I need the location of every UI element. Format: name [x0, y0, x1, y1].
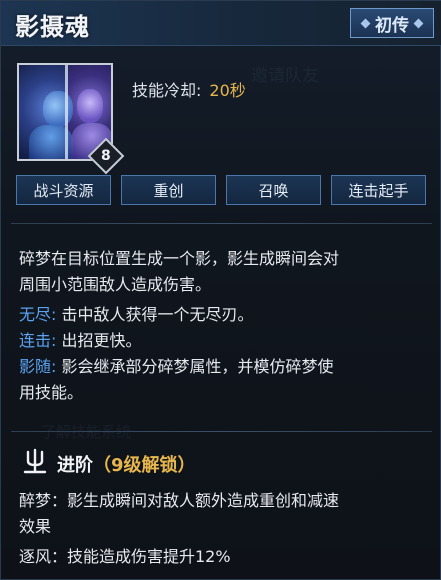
skill-name: 影摄魂	[15, 13, 90, 41]
skill-tooltip-panel: 邀请队友 了解技能系统 影摄魂 初传 8 技能冷却: 20秒 战斗资源 重创 召唤…	[0, 0, 441, 580]
tier-label: 初传	[375, 15, 409, 36]
advancement-entry-continued: 效果	[19, 517, 52, 536]
tier-badge: 初传	[350, 8, 434, 38]
background-ghost-text: 邀请队友	[251, 66, 319, 86]
effect-separator: :	[51, 305, 57, 324]
diamond-icon	[360, 18, 371, 28]
tag-button-heavy-wound[interactable]: 重创	[121, 175, 216, 205]
effect-endless: 无尽: 击中敌人获得一个无尽刃。	[19, 301, 254, 325]
description-line: 碎梦在目标位置生成一个影，影生成瞬间会对	[19, 249, 340, 268]
trident-icon	[23, 448, 47, 474]
tooltip-header: 影摄魂 初传	[1, 1, 441, 46]
advancement-label: 进阶	[57, 455, 93, 476]
effect-separator: :	[51, 331, 57, 350]
effect-keyword: 影随	[19, 357, 52, 376]
diamond-icon	[413, 18, 424, 28]
effect-combo: 连击: 出招更快。	[19, 327, 142, 351]
advancement-unlock: （9级解锁）	[93, 455, 196, 476]
effect-text: 击中敌人获得一个无尽刃。	[61, 305, 254, 324]
effect-text: 出招更快。	[61, 331, 142, 350]
effect-separator: :	[51, 357, 57, 376]
advancement-entry: 醉梦：影生成瞬间对敌人额外造成重创和减速	[19, 491, 340, 510]
effect-shadow-follow: 影随: 影会继承部分碎梦属性，并模仿碎梦使	[19, 353, 334, 377]
effect-text: 影会继承部分碎梦属性，并模仿碎梦使	[61, 357, 334, 376]
tag-button-summon[interactable]: 召唤	[226, 175, 321, 205]
effect-keyword: 连击	[19, 331, 52, 350]
skill-level-value: 8	[101, 148, 111, 164]
advancement-entry: 逐风：技能造成伤害提升12%	[19, 547, 231, 566]
advancement-title: 进阶（9级解锁）	[57, 451, 196, 477]
divider	[11, 223, 432, 224]
effect-keyword: 无尽	[19, 305, 52, 324]
divider	[11, 431, 432, 432]
cooldown-label: 技能冷却:	[132, 81, 202, 100]
cooldown-row: 技能冷却: 20秒	[132, 77, 246, 101]
cooldown-value: 20秒	[209, 81, 246, 100]
tag-button-combo-starter[interactable]: 连击起手	[331, 175, 426, 205]
description-line: 周围小范围敌人造成伤害。	[19, 275, 212, 294]
tag-button-combat-resource[interactable]: 战斗资源	[16, 175, 111, 205]
description-line: 用技能。	[19, 383, 84, 402]
